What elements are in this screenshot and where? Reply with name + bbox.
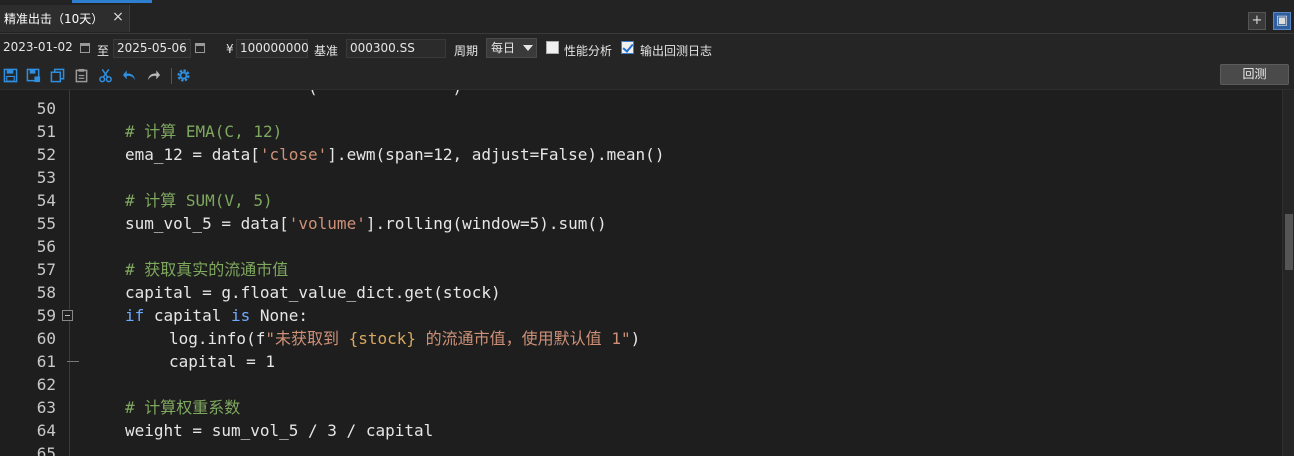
add-tab-button[interactable]: + xyxy=(1248,12,1266,30)
undo-icon[interactable] xyxy=(122,68,137,83)
line-number: 60 xyxy=(36,329,56,348)
perf-analysis-label: 性能分析 xyxy=(564,44,613,58)
tab-bar: 精准出击（10天） × + ▣ xyxy=(0,0,1294,34)
code-line: sum_vol_5 = data['volume'].rolling(windo… xyxy=(125,212,607,235)
calendar-icon[interactable] xyxy=(80,43,90,53)
start-date-input[interactable]: 2023-01-02 xyxy=(0,39,78,58)
paste-icon[interactable] xyxy=(74,68,89,83)
code-token: is xyxy=(230,306,251,325)
line-number: 51 xyxy=(36,122,56,141)
code-token: # 计算权重系数 xyxy=(125,398,241,417)
gutter-divider xyxy=(69,90,70,456)
line-number: 65 xyxy=(36,444,56,456)
benchmark-input[interactable]: 000300.SS xyxy=(346,39,446,58)
backtest-run-button[interactable]: 回测 xyxy=(1220,64,1289,85)
chevron-down-icon xyxy=(523,45,533,51)
code-token: capital = 1 xyxy=(169,352,275,371)
scrollbar-thumb[interactable] xyxy=(1285,214,1293,270)
line-number: 50 xyxy=(36,99,56,118)
code-token: # 获取真实的流通市值 xyxy=(125,260,289,279)
code-token: {stock} xyxy=(348,329,417,348)
code-token: ].ewm(span=12, adjust=False).mean() xyxy=(327,145,665,164)
line-number: 52 xyxy=(36,145,56,164)
code-token: weight = sum_vol_5 / 3 / capital xyxy=(125,421,434,440)
date-range-to-label: 至 xyxy=(97,44,110,58)
code-line: if capital is None: xyxy=(125,304,308,327)
code-token: # 计算 SUM(V, 5) xyxy=(125,191,273,210)
settings-icon[interactable] xyxy=(176,68,191,83)
copy-icon[interactable] xyxy=(50,68,65,83)
line-number: 57 xyxy=(36,260,56,279)
line-number: 58 xyxy=(36,283,56,302)
currency-symbol: ¥ xyxy=(226,42,234,56)
vertical-scrollbar[interactable] xyxy=(1282,90,1294,456)
output-log-label: 输出回测日志 xyxy=(640,44,713,58)
tab-strategy[interactable]: 精准出击（10天） × xyxy=(0,5,130,32)
period-label: 周期 xyxy=(454,44,479,58)
code-line: capital = 1 xyxy=(169,350,275,373)
code-token: # 计算 EMA(C, 12) xyxy=(125,122,283,141)
period-select-value: 每日 xyxy=(491,41,516,55)
code-line: ema_12 = data['close'].ewm(span=12, adju… xyxy=(125,143,664,166)
code-token: 'volume' xyxy=(288,214,366,233)
code-line: # 获取真实的流通市值 xyxy=(125,258,288,281)
code-line: log.info(f"未获取到 {stock} 的流通市值，使用默认值 1") xyxy=(169,327,640,350)
tab-label: 精准出击（10天） xyxy=(4,12,104,26)
line-number: 55 xyxy=(36,214,56,233)
code-token: log.info(f xyxy=(169,329,266,348)
line-number: 53 xyxy=(36,168,56,187)
benchmark-label: 基准 xyxy=(314,44,339,58)
line-number: 62 xyxy=(36,375,56,394)
code-line: capital = g.float_value_dict.get(stock) xyxy=(125,281,501,304)
calendar-icon[interactable] xyxy=(195,43,205,53)
code-line: # 计算 SUM(V, 5) xyxy=(125,189,273,212)
code-token: capital = g.float_value_dict.get(stock) xyxy=(125,283,501,302)
code-token: ].rolling(window=5).sum() xyxy=(365,214,607,233)
fold-collapse-icon[interactable] xyxy=(62,310,73,321)
code-token: 的流通市值，使用默认值 1" xyxy=(416,329,631,348)
line-number: 64 xyxy=(36,421,56,440)
line-number: 61 xyxy=(36,352,56,371)
line-number: 56 xyxy=(36,237,56,256)
code-line: weight = sum_vol_5 / 3 / capital xyxy=(125,419,433,442)
end-date-input[interactable]: 2025-05-06 xyxy=(113,39,191,58)
line-number: 59 xyxy=(36,306,56,325)
backtest-params-bar: 2023-01-02 至 2025-05-06 ¥ 100000000 基准 0… xyxy=(0,34,1294,62)
capital-input[interactable]: 100000000 xyxy=(236,39,309,58)
output-log-checkbox[interactable] xyxy=(621,41,634,54)
line-number: 63 xyxy=(36,398,56,417)
fold-end-marker xyxy=(67,361,79,362)
code-line: # 计算权重系数 xyxy=(125,396,240,419)
perf-analysis-checkbox[interactable] xyxy=(546,41,559,54)
tab-accent-bar xyxy=(72,0,152,3)
code-token: if xyxy=(125,306,145,325)
toolbar-separator xyxy=(171,68,172,84)
code-token: capital xyxy=(144,306,231,325)
code-token: "未获取到 xyxy=(265,329,349,348)
code-line-partial: ( ) xyxy=(125,90,462,99)
code-token: 'close' xyxy=(259,145,328,164)
cut-icon[interactable] xyxy=(98,68,113,83)
period-select[interactable]: 每日 xyxy=(486,38,537,58)
line-number: 54 xyxy=(36,191,56,210)
code-editor[interactable]: ( ) 5051# 计算 EMA(C, 12)52ema_12 = data['… xyxy=(0,90,1282,456)
code-token: ema_12 = data[ xyxy=(125,145,260,164)
save-as-icon[interactable] xyxy=(26,68,41,83)
restore-window-button[interactable]: ▣ xyxy=(1273,12,1291,30)
redo-icon[interactable] xyxy=(146,68,161,83)
tab-close-icon[interactable]: × xyxy=(110,9,126,25)
code-token: ) xyxy=(630,329,641,348)
code-line: # 计算 EMA(C, 12) xyxy=(125,120,282,143)
editor-toolbar: 回测 xyxy=(0,62,1294,90)
code-token: None: xyxy=(250,306,309,325)
save-icon[interactable] xyxy=(3,68,18,83)
code-token: sum_vol_5 = data[ xyxy=(125,214,289,233)
